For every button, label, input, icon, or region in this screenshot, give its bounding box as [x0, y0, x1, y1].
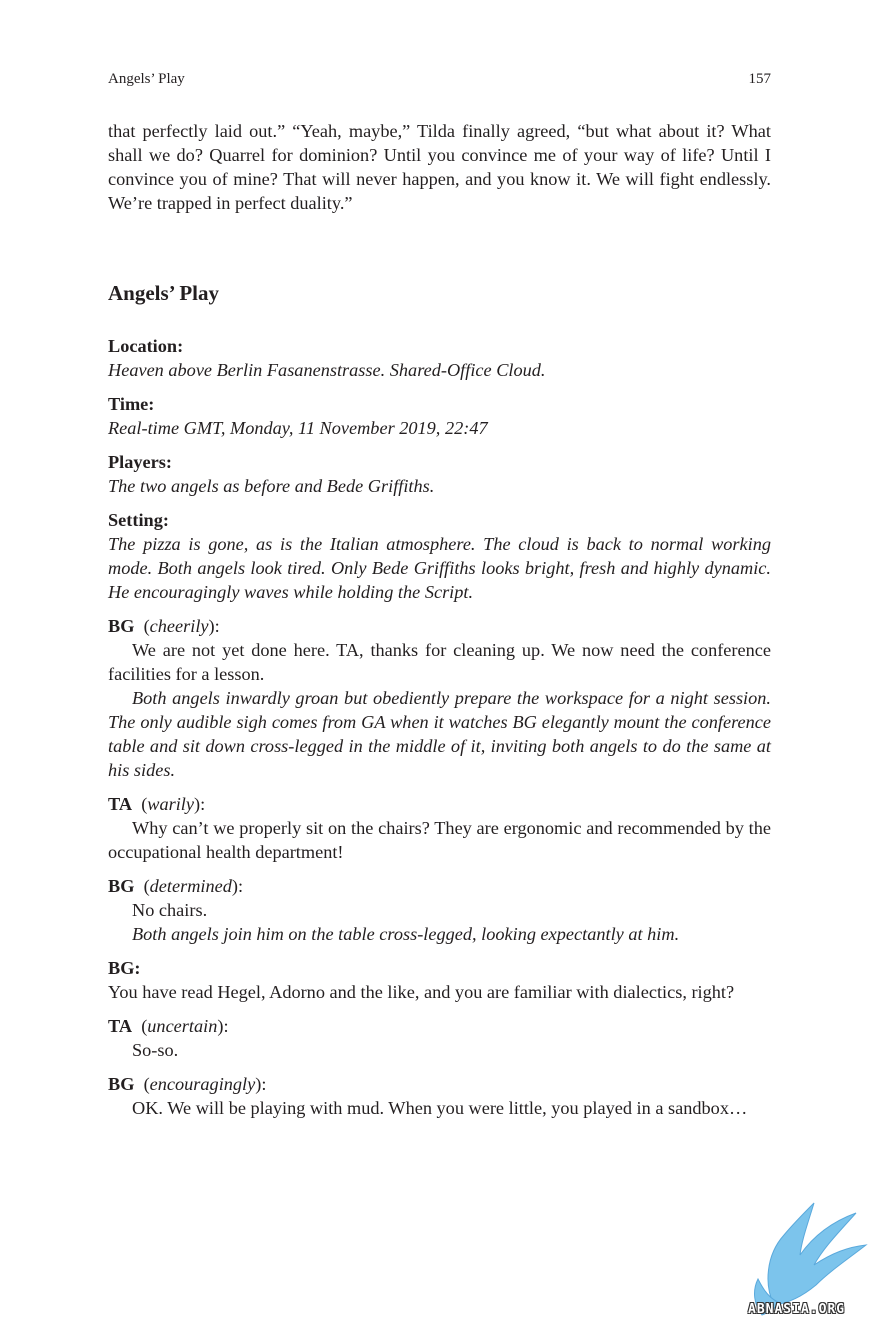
speaker-line: BG (cheerily): — [108, 616, 220, 636]
time-text: Real-time GMT, Monday, 11 November 2019,… — [108, 418, 488, 438]
speaker-name: BG: — [108, 958, 141, 978]
stage-direction: determined — [149, 876, 232, 896]
location-text: Heaven above Berlin Fasanenstrasse. Shar… — [108, 360, 546, 380]
location-label: Location: — [108, 336, 184, 356]
players-text: The two angels as before and Bede Griffi… — [108, 476, 435, 496]
dialogue-entry: TA (uncertain): So-so. — [108, 1014, 771, 1062]
stage-text: Both angels join him on the table cross-… — [132, 924, 680, 944]
setting-block: Setting: The pizza is gone, as is the It… — [108, 508, 771, 604]
stage-text: Both angels inwardly groan but obedientl… — [108, 688, 771, 780]
speaker-name: BG — [108, 876, 135, 896]
location-block: Location: Heaven above Berlin Fasanenstr… — [108, 334, 771, 382]
running-head: Angels’ Play 157 — [108, 69, 771, 89]
time-label: Time: — [108, 394, 155, 414]
speaker-line: TA (uncertain): — [108, 1016, 229, 1036]
speech-text: We are not yet done here. TA, thanks for… — [108, 640, 771, 684]
dialogue-entry: BG (determined): No chairs. Both angels … — [108, 874, 771, 946]
speaker-name: TA — [108, 1016, 133, 1036]
body-text: that perfectly laid out.” “Yeah, maybe,”… — [108, 119, 771, 1120]
watermark-text: ABNASIA.ORG — [748, 1302, 846, 1317]
section-title: Angels’ Play — [108, 281, 220, 305]
running-head-title: Angels’ Play — [108, 71, 185, 87]
speaker-name: TA — [108, 794, 133, 814]
speaker-name: BG — [108, 616, 135, 636]
stage-direction: uncertain — [147, 1016, 218, 1036]
speech-text: You have read Hegel, Adorno and the like… — [108, 982, 735, 1002]
intro-paragraph: that perfectly laid out.” “Yeah, maybe,”… — [108, 121, 771, 213]
speaker-line: TA (warily): — [108, 794, 206, 814]
speaker-name: BG — [108, 1074, 135, 1094]
speech-text: No chairs. — [132, 900, 208, 920]
dialogue-entry: BG (encouragingly): OK. We will be playi… — [108, 1072, 771, 1120]
stage-direction: warily — [147, 794, 195, 814]
speech-text: Why can’t we properly sit on the chairs?… — [108, 818, 771, 862]
players-block: Players: The two angels as before and Be… — [108, 450, 771, 498]
setting-text: The pizza is gone, as is the Italian atm… — [108, 534, 771, 602]
dialogue-entry: BG: You have read Hegel, Adorno and the … — [108, 956, 771, 1004]
setting-label: Setting: — [108, 510, 169, 530]
stage-direction: encouragingly — [149, 1074, 256, 1094]
speech-text: So-so. — [132, 1040, 179, 1060]
page-number: 157 — [748, 71, 772, 87]
stage-direction: cheerily — [149, 616, 209, 636]
dialogue-entry: BG (cheerily): We are not yet done here.… — [108, 614, 771, 782]
time-block: Time: Real-time GMT, Monday, 11 November… — [108, 392, 771, 440]
players-label: Players: — [108, 452, 172, 472]
speaker-line: BG (determined): — [108, 876, 244, 896]
speech-text: OK. We will be playing with mud. When yo… — [132, 1098, 748, 1118]
dialogue-entry: TA (warily): Why can’t we properly sit o… — [108, 792, 771, 864]
speaker-line: BG (encouragingly): — [108, 1074, 267, 1094]
